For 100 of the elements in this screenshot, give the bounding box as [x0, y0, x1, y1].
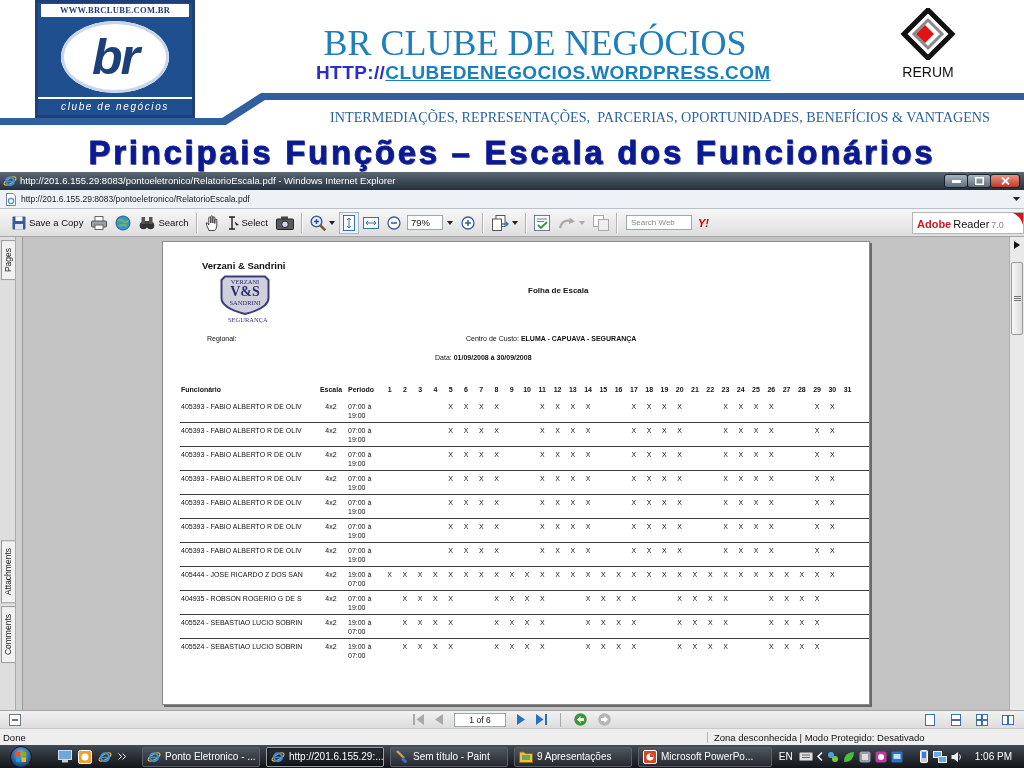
tray-app-icon[interactable] — [842, 750, 855, 763]
security-zone-text: Zona desconhecida | Modo Protegido: Desativado — [707, 731, 1024, 743]
brand-name: Adobe — [917, 217, 952, 230]
window-title: http://201.6.155.29:8083/pontoeletronico/RelatorioEscala.pdf - Windows Internet Explorer — [20, 175, 396, 187]
logo-monogram: V&S — [229, 284, 261, 299]
browser-icon[interactable] — [98, 749, 112, 764]
facing-pages-icon[interactable] — [976, 713, 988, 726]
taskbar-button[interactable]: 9 Apresentações — [514, 746, 632, 767]
taskbar-button[interactable]: Sem título - Paint — [390, 746, 508, 767]
tagline: INTERMEDIAÇÕES, REPRESENTAÇÕES, PARCERIAS, OPORTUNIDADES, BENEFÍCIOS & VANTAGENS — [329, 108, 991, 126]
spell-check-icon — [533, 214, 550, 231]
next-page-icon — [517, 714, 525, 725]
single-page-icon[interactable] — [924, 713, 936, 726]
chevron-icon[interactable] — [118, 753, 126, 760]
url-scheme: HTTP:// — [316, 62, 386, 83]
volume-icon[interactable] — [950, 750, 963, 763]
continuous-pages-icon[interactable] — [950, 713, 962, 726]
copy-icon — [592, 214, 609, 231]
caret-icon — [446, 220, 453, 225]
fit-page-icon — [342, 214, 355, 231]
swoosh-icon — [1013, 212, 1023, 225]
side-tab[interactable]: Attachments — [1, 539, 15, 603]
curved-arrow-icon — [557, 215, 576, 230]
paintbrush-icon — [395, 749, 409, 764]
chevron-left-icon[interactable] — [816, 752, 823, 761]
site-link[interactable]: CLUBEDENEGOCIOS.WORDPRESS.COM — [385, 62, 771, 83]
browser-icon — [147, 749, 161, 764]
clock-text[interactable]: 1:06 PM — [974, 751, 1012, 762]
maximize-icon — [974, 177, 984, 185]
company-name: Verzani & Sandrini — [202, 260, 286, 272]
taskbar-button[interactable]: Microsoft PowerPo... — [638, 746, 772, 767]
start-button-icon[interactable] — [8, 745, 34, 768]
last-page-icon — [536, 714, 547, 725]
back-arrow-icon — [574, 713, 587, 726]
minus-box-icon[interactable] — [9, 713, 21, 726]
two-up-pages-icon[interactable] — [1002, 713, 1014, 726]
close-button[interactable] — [990, 174, 1020, 188]
fit-page-button[interactable] — [338, 211, 359, 234]
logo-caption: clube de negócios — [38, 97, 192, 115]
fit-width-icon — [362, 216, 379, 229]
desktop-icon[interactable] — [58, 750, 72, 763]
first-page-icon — [413, 714, 424, 725]
magnifier-plus-icon — [309, 214, 326, 231]
search-provider-button[interactable]: Y! — [693, 216, 713, 229]
browser-icon — [3, 174, 17, 188]
zoom-level-field[interactable]: 79% — [406, 215, 443, 230]
language-indicator[interactable]: EN — [778, 751, 793, 762]
search-button[interactable]: Search — [135, 211, 193, 234]
shield-icon — [220, 275, 270, 315]
select-tool-button[interactable]: Select — [222, 211, 272, 234]
scroll-thumb[interactable] — [1011, 262, 1023, 335]
zoom-out-icon — [386, 215, 401, 230]
address-field[interactable]: http://201.6.155.29:8083/pontoeletronico/RelatorioEscala.pdf — [21, 193, 250, 205]
logo-web-address: WWW.BRCLUBE.COM.BR — [41, 4, 189, 17]
tray-app-icon[interactable] — [874, 750, 887, 763]
minimize-icon — [951, 179, 961, 183]
tray-app-icon[interactable] — [890, 750, 903, 763]
zoom-in-icon — [460, 215, 475, 230]
previous-page-icon — [435, 714, 443, 725]
folder-icon — [519, 750, 533, 763]
keyboard-icon[interactable] — [798, 752, 813, 761]
device-icon[interactable] — [918, 750, 929, 763]
save-copy-button[interactable]: Save a Copy — [8, 211, 88, 234]
caret-icon[interactable] — [1013, 197, 1020, 201]
grip-icon — [1013, 296, 1021, 301]
binoculars-icon — [139, 215, 156, 230]
text-cursor-icon — [226, 215, 239, 230]
scrollbar[interactable] — [1009, 237, 1024, 710]
tray-app-icon[interactable] — [858, 750, 871, 763]
version-text: 7.0 — [991, 218, 1004, 231]
tray-app-icon[interactable] — [826, 750, 839, 763]
product-name: Reader — [953, 217, 990, 230]
camera-icon — [275, 215, 294, 230]
club-title: BR CLUBE DE NEGÓCIOS — [322, 25, 748, 61]
partner-logo-text: RERUM — [902, 64, 954, 80]
globe-icon — [115, 214, 132, 231]
browser-icon — [271, 749, 285, 764]
slide-title: Principais Funções – Escala dos Funcionários — [87, 138, 937, 172]
side-tab[interactable]: Comments — [1, 605, 15, 663]
taskbar-button[interactable]: http://201.6.155.29:... — [266, 746, 384, 767]
pages-icon — [490, 214, 509, 231]
save-icon — [12, 215, 26, 230]
report-title: Folha de Escala — [528, 286, 589, 296]
network-icon[interactable] — [932, 750, 947, 763]
caret-icon — [511, 220, 518, 225]
caret-icon — [578, 220, 585, 225]
web-search-field[interactable]: Search Web — [625, 215, 692, 230]
print-icon — [91, 215, 108, 230]
forward-arrow-icon — [598, 713, 611, 726]
maximize-button[interactable] — [967, 174, 991, 188]
app-tile-icon[interactable] — [78, 749, 92, 764]
arrow-right-icon[interactable] — [1014, 241, 1020, 249]
slides-app-icon — [643, 749, 657, 764]
hand-icon — [204, 214, 219, 231]
caret-icon — [328, 220, 335, 225]
page-number-field[interactable]: 1 of 6 — [454, 712, 506, 727]
taskbar-button[interactable]: Ponto Eletronico - ... — [142, 746, 260, 767]
side-tab[interactable]: Pages — [1, 240, 15, 281]
minimize-button[interactable] — [944, 174, 968, 188]
page-icon — [5, 192, 17, 206]
